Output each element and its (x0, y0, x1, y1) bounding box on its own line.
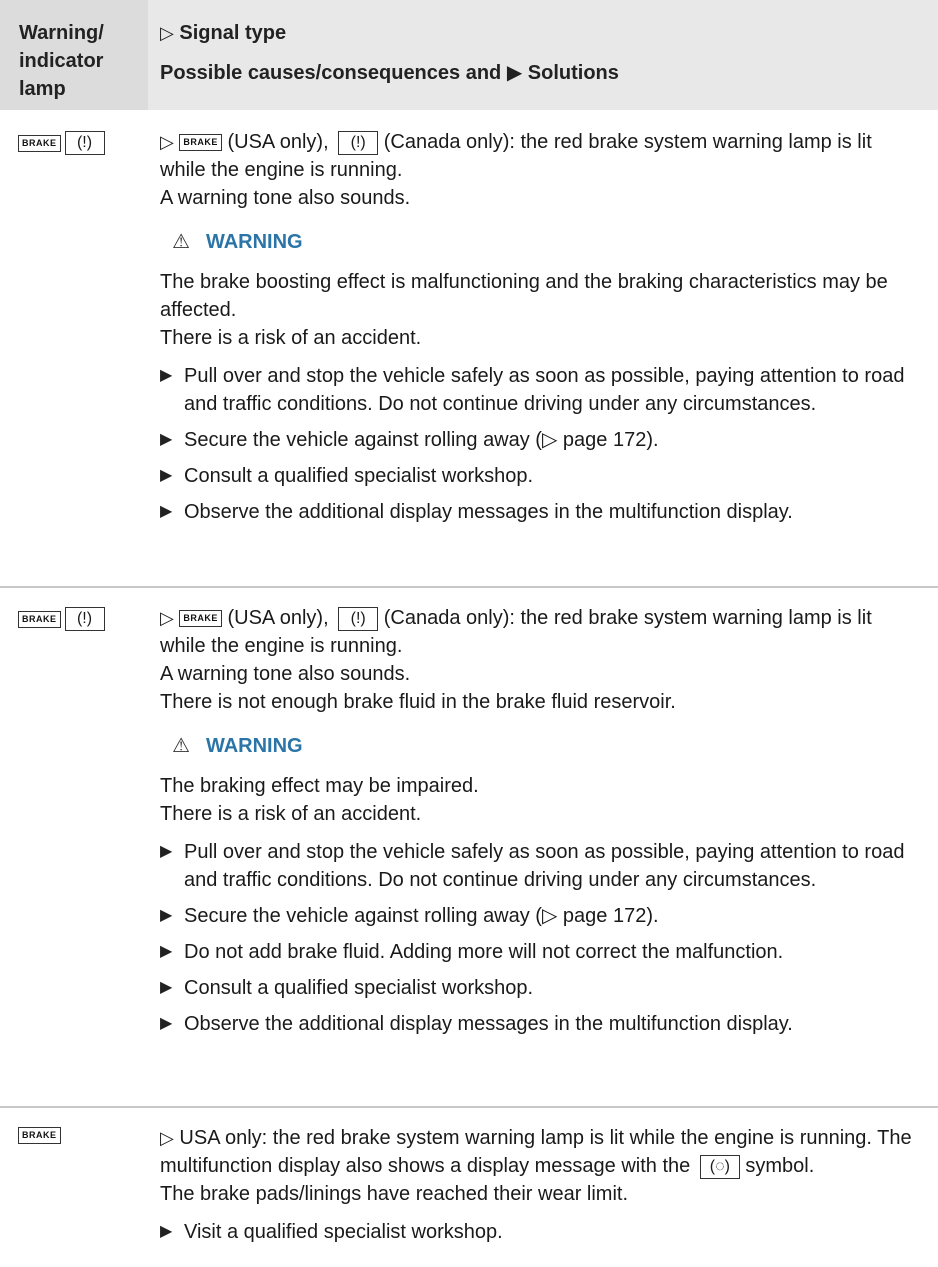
bullet-arrow-icon: ▶ (160, 943, 173, 960)
table-header: Warning/ indicator lamp ▷ Signal type Po… (0, 0, 938, 110)
list-item: ▶ Observe the additional display messages… (160, 1010, 920, 1038)
signal-description: ▷ USA only: the red brake system warning… (160, 1127, 912, 1179)
signal-triangle-icon: ▷ (160, 132, 174, 152)
lamp-symbols: BRAKE (!) (18, 607, 105, 631)
list-item: ▶ Do not add brake fluid. Adding more wil… (160, 938, 920, 966)
list-item: ▶ Pull over and stop the vehicle safely a… (160, 838, 920, 894)
warning-heading: ⚠ WARNING (172, 732, 920, 760)
brake-pad-wear-icon: (◌) (699, 1154, 740, 1179)
header-signal-type: ▷ Signal type (160, 22, 287, 44)
solution-list: ▶ Pull over and stop the vehicle safely a… (160, 838, 920, 1038)
brake-lamp-icon: BRAKE (18, 610, 61, 628)
header-lamp-label: Warning/ indicator lamp (19, 22, 104, 100)
table-row: BRAKE (!) ▷ BRAKE (USA only), (!) (Canad… (0, 110, 938, 586)
brake-warning-circle-icon: (!) (338, 130, 379, 155)
warning-triangle-icon: ⚠ (172, 735, 190, 757)
list-item: ▶ Consult a qualified specialist workshop… (160, 974, 920, 1002)
header-causes-solutions: Possible causes/consequences and ▶ Solut… (160, 62, 619, 84)
bullet-arrow-icon: ▶ (160, 367, 173, 384)
signal-triangle-icon: ▷ (160, 608, 174, 628)
warning-text: The brake boosting effect is malfunction… (160, 271, 888, 321)
row-content: ▷ USA only: the red brake system warning… (160, 1124, 920, 1254)
cause-text: A warning tone also sounds. (160, 663, 411, 685)
row-content: ▷ BRAKE (USA only), (!) (Canada only): t… (160, 128, 920, 534)
solution-list: ▶ Pull over and stop the vehicle safely a… (160, 362, 920, 526)
row-content: ▷ BRAKE (USA only), (!) (Canada only): t… (160, 604, 920, 1046)
signal-triangle-icon: ▷ (160, 23, 174, 43)
signal-description: ▷ BRAKE (USA only), (!) (Canada only): t… (160, 130, 872, 181)
bullet-arrow-icon: ▶ (160, 1015, 173, 1032)
brake-lamp-icon: BRAKE (18, 134, 61, 152)
brake-lamp-icon: BRAKE (179, 610, 222, 628)
signal-description: ▷ BRAKE (USA only), (!) (Canada only): t… (160, 606, 872, 657)
lamp-symbols: BRAKE (18, 1127, 61, 1144)
solution-list: ▶ Visit a qualified specialist workshop. (160, 1218, 920, 1246)
bullet-arrow-icon: ▶ (160, 1223, 173, 1240)
list-item: ▶ Consult a qualified specialist workshop… (160, 462, 920, 490)
brake-warning-circle-icon: (!) (338, 606, 379, 631)
warning-text: There is a risk of an accident. (160, 803, 422, 825)
signal-triangle-icon: ▷ (160, 1128, 174, 1148)
list-item: ▶ Visit a qualified specialist workshop. (160, 1218, 920, 1246)
bullet-arrow-icon: ▶ (160, 843, 173, 860)
cause-text: There is not enough brake fluid in the b… (160, 691, 676, 713)
warning-triangle-icon: ⚠ (172, 231, 190, 253)
table-row: BRAKE (!) ▷ BRAKE (USA only), (!) (Canad… (0, 586, 938, 1106)
table-row: BRAKE ▷ USA only: the red brake system w… (0, 1106, 938, 1267)
brake-warning-circle-icon: (!) (64, 131, 105, 155)
list-item: ▶ Secure the vehicle against rolling away… (160, 902, 920, 930)
bullet-arrow-icon: ▶ (160, 503, 173, 520)
solution-arrow-icon: ▶ (506, 62, 523, 84)
bullet-arrow-icon: ▶ (160, 431, 173, 448)
cause-text: The brake pads/linings have reached thei… (160, 1183, 629, 1205)
list-item: ▶ Secure the vehicle against rolling away… (160, 426, 920, 454)
brake-warning-circle-icon: (!) (64, 607, 105, 631)
bullet-arrow-icon: ▶ (160, 907, 173, 924)
list-item: ▶ Observe the additional display messages… (160, 498, 920, 526)
header-column-signal-bg (148, 0, 938, 110)
brake-lamp-icon: BRAKE (179, 134, 222, 152)
warning-text: The braking effect may be impaired. (160, 775, 479, 797)
warning-heading: ⚠ WARNING (172, 228, 920, 256)
cause-text: A warning tone also sounds. (160, 187, 411, 209)
list-item: ▶ Pull over and stop the vehicle safely a… (160, 362, 920, 418)
bullet-arrow-icon: ▶ (160, 467, 173, 484)
lamp-symbols: BRAKE (!) (18, 131, 105, 155)
brake-lamp-icon: BRAKE (18, 1127, 61, 1144)
warning-text: There is a risk of an accident. (160, 327, 422, 349)
bullet-arrow-icon: ▶ (160, 979, 173, 996)
